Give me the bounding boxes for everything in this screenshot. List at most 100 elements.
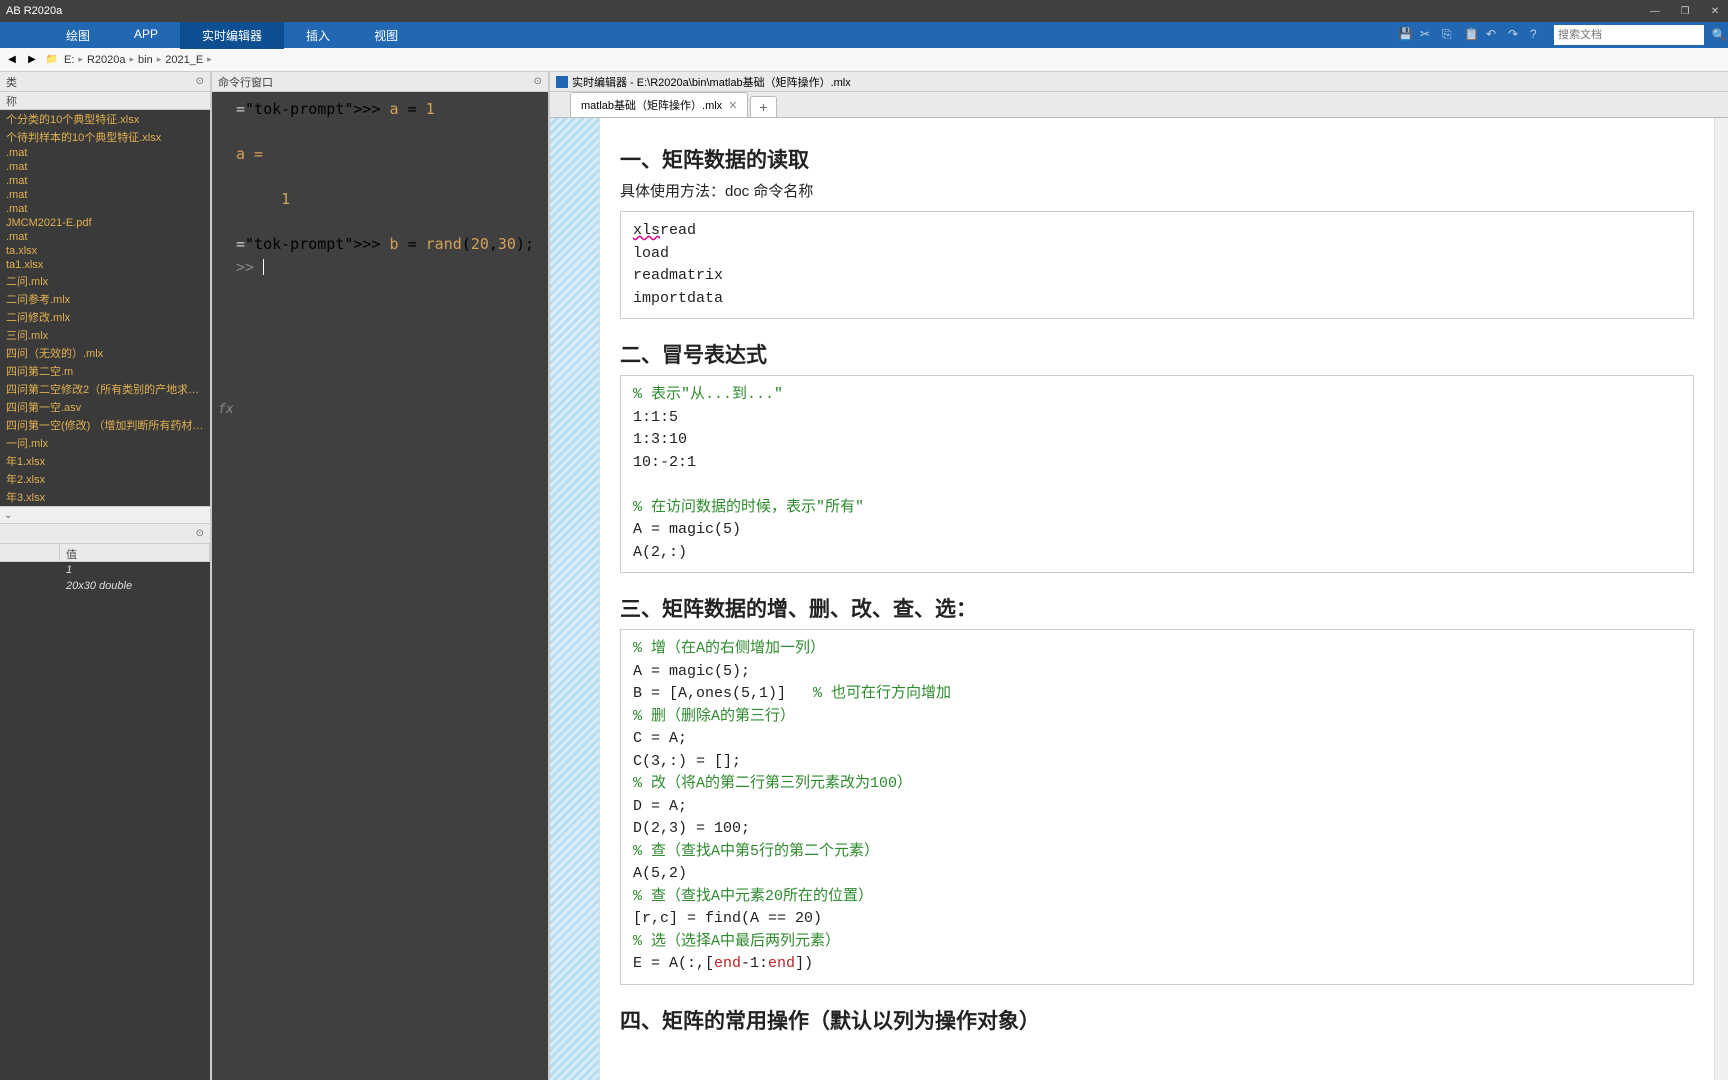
path-segment[interactable]: E: (64, 54, 74, 66)
toolstrip-tab[interactable]: APP (112, 22, 180, 49)
section-heading-3: 三、矩阵数据的增、删、改、查、选： (620, 593, 1694, 623)
fx-icon[interactable]: fx (218, 400, 234, 420)
file-item[interactable]: .mat (0, 174, 210, 188)
file-item[interactable]: 年1.xlsx (0, 452, 210, 470)
code-block-1[interactable]: xlsread load readmatrix importdata (620, 211, 1694, 319)
command-line: 1 (236, 188, 542, 211)
file-item[interactable]: 年2.xlsx (0, 470, 210, 488)
file-item[interactable]: 四问第一空(修改) （增加判断所有药材的种... (0, 416, 210, 434)
usage-text: 具体使用方法：doc 命令名称 (620, 180, 1694, 201)
file-item[interactable]: 四问第二空修改2（所有类别的产地求解）.m (0, 380, 210, 398)
path-separator-icon: ▸ (207, 54, 212, 65)
path-segment[interactable]: R2020a (87, 54, 126, 66)
file-item[interactable]: 一问.mlx (0, 434, 210, 452)
panel-menu-icon[interactable]: ⊙ (534, 76, 542, 87)
window-titlebar: AB R2020a — ❐ ✕ (0, 0, 1728, 22)
path-bar: ◀ ▶ 📁 E:▸R2020a▸bin▸2021_E▸ (0, 48, 1728, 72)
path-separator-icon: ▸ (129, 54, 134, 65)
toolstrip-tab[interactable]: 视图 (352, 22, 420, 49)
toolstrip-tab[interactable]: 实时编辑器 (180, 22, 284, 49)
file-item[interactable]: .mat (0, 230, 210, 244)
command-line: a = (236, 143, 542, 166)
file-item[interactable]: 四问（无效的）.mlx (0, 344, 210, 362)
command-window-header: 命令行窗口 ⊙ (212, 72, 548, 92)
search-icon[interactable]: 🔍 (1710, 26, 1728, 44)
scrollbar[interactable] (1714, 118, 1728, 1080)
live-editor-titlebar: 实时编辑器 - E:\R2020a\bin\matlab基础（矩阵操作）.mlx (550, 72, 1728, 92)
section-heading-1: 一、矩阵数据的读取 (620, 144, 1694, 174)
workspace-panel-header: ⊙ (0, 524, 210, 544)
workspace-list[interactable]: 120x30 double (0, 562, 210, 1080)
live-editor-content[interactable]: 一、矩阵数据的读取 具体使用方法：doc 命令名称 xlsread load r… (600, 118, 1714, 1080)
new-tab-button[interactable]: + (750, 96, 776, 117)
command-line (236, 211, 542, 234)
file-item[interactable]: .mat (0, 146, 210, 160)
file-item[interactable]: ta1.xlsx (0, 258, 210, 272)
close-icon[interactable]: ✕ (728, 99, 737, 112)
workspace-row[interactable]: 20x30 double (0, 578, 210, 594)
file-item[interactable]: .mat (0, 188, 210, 202)
command-line: >> fx (236, 256, 542, 279)
back-icon[interactable]: ◀ (4, 52, 20, 68)
workspace-row[interactable]: 1 (0, 562, 210, 578)
toolstrip-tab[interactable] (0, 22, 44, 49)
command-line: ="tok-prompt">>> a = 1 (236, 98, 542, 121)
live-script-icon (556, 76, 568, 88)
file-item[interactable]: 个分类的10个典型特征.xlsx (0, 110, 210, 128)
paste-icon[interactable]: 📋 (1464, 27, 1480, 43)
command-window[interactable]: ="tok-prompt">>> a = 1 a = 1 ="tok-promp… (212, 92, 548, 1080)
help-icon[interactable]: ? (1530, 27, 1546, 43)
path-separator-icon: ▸ (78, 54, 83, 65)
cut-icon[interactable]: ✂ (1420, 27, 1436, 43)
file-item[interactable]: 四问第二空.m (0, 362, 210, 380)
editor-tab[interactable]: matlab基础（矩阵操作）.mlx ✕ (570, 92, 748, 117)
file-item[interactable]: 年3.xlsx (0, 488, 210, 506)
folder-icon[interactable]: 📁 (44, 52, 60, 68)
window-title: AB R2020a (6, 5, 62, 17)
file-item[interactable]: 二问修改.mlx (0, 308, 210, 326)
toolstrip-tab[interactable]: 绘图 (44, 22, 112, 49)
toolstrip-tab[interactable]: 插入 (284, 22, 352, 49)
section-heading-4: 四、矩阵的常用操作（默认以列为操作对象） (620, 1005, 1694, 1035)
command-window-title: 命令行窗口 (218, 74, 273, 90)
maximize-button[interactable]: ❐ (1678, 4, 1692, 18)
path-segment[interactable]: 2021_E (165, 54, 203, 66)
code-block-2[interactable]: % 表示"从...到..." 1:1:5 1:3:10 10:-2:1 % 在访… (620, 375, 1694, 573)
panel-menu-icon[interactable]: ⊙ (196, 528, 204, 539)
file-panel-title: 类 (6, 74, 17, 90)
forward-icon[interactable]: ▶ (24, 52, 40, 68)
save-icon[interactable]: 💾 (1398, 27, 1414, 43)
path-separator-icon: ▸ (157, 54, 162, 65)
file-item[interactable]: 二问参考.mlx (0, 290, 210, 308)
path-segment[interactable]: bin (138, 54, 153, 66)
file-item[interactable]: .mat (0, 160, 210, 174)
live-editor-path: 实时编辑器 - E:\R2020a\bin\matlab基础（矩阵操作）.mlx (572, 74, 851, 90)
ws-col-name (0, 544, 60, 561)
file-column-name: 称 (0, 92, 210, 110)
search-box[interactable] (1554, 25, 1704, 45)
file-item[interactable]: ta.xlsx (0, 244, 210, 258)
section-gutter[interactable] (550, 118, 600, 1080)
file-item[interactable]: 二问.mlx (0, 272, 210, 290)
copy-icon[interactable]: ⎘ (1442, 27, 1458, 43)
file-item[interactable]: 个待判样本的10个典型特征.xlsx (0, 128, 210, 146)
chevron-down-icon[interactable]: ⌄ (4, 510, 12, 521)
editor-tabbar: matlab基础（矩阵操作）.mlx ✕ + (550, 92, 1728, 118)
command-line: ="tok-prompt">>> b = rand(20,30); (236, 233, 542, 256)
command-line (236, 166, 542, 189)
file-item[interactable]: JMCM2021-E.pdf (0, 216, 210, 230)
redo-icon[interactable]: ↷ (1508, 27, 1524, 43)
file-item[interactable]: 三问.mlx (0, 326, 210, 344)
search-input[interactable] (1554, 29, 1704, 41)
code-block-3[interactable]: % 增（在A的右侧增加一列） A = magic(5); B = [A,ones… (620, 629, 1694, 985)
file-item[interactable]: 四问第一空.asv (0, 398, 210, 416)
minimize-button[interactable]: — (1648, 4, 1662, 18)
ws-col-value: 值 (60, 544, 210, 561)
section-heading-2: 二、冒号表达式 (620, 339, 1694, 369)
editor-tab-label: matlab基础（矩阵操作）.mlx (581, 97, 722, 113)
file-list[interactable]: 个分类的10个典型特征.xlsx个待判样本的10个典型特征.xlsx.mat.m… (0, 110, 210, 506)
file-item[interactable]: .mat (0, 202, 210, 216)
close-button[interactable]: ✕ (1708, 4, 1722, 18)
panel-menu-icon[interactable]: ⊙ (196, 76, 204, 87)
undo-icon[interactable]: ↶ (1486, 27, 1502, 43)
